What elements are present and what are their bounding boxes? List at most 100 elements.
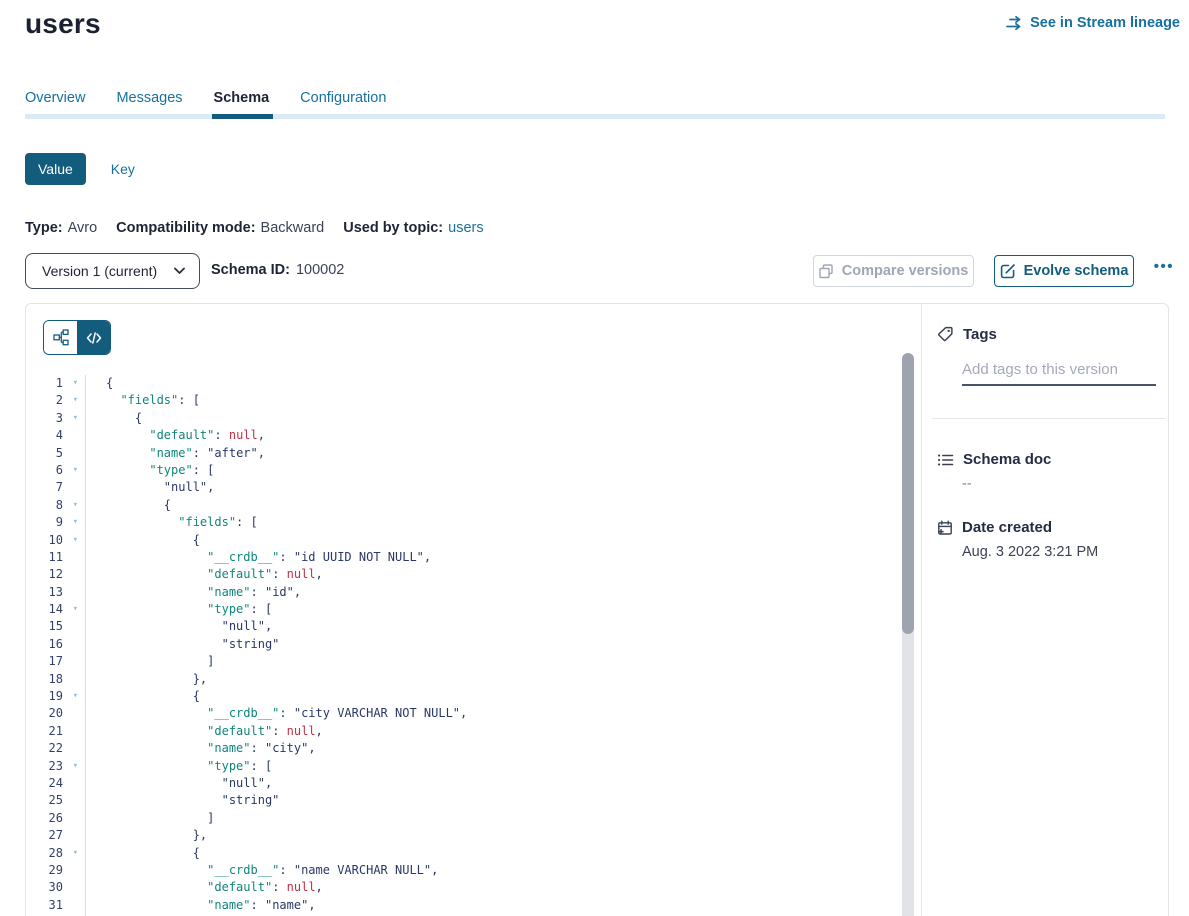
line-number: 8 (56, 497, 63, 514)
gutter-cell: 6▾ (26, 462, 86, 479)
code-line: 14 ▾ "type": [ (26, 601, 902, 618)
schema-doc-heading: Schema doc (937, 451, 1051, 468)
gutter-cell: 31 (26, 897, 86, 914)
editor-scrollbar-track[interactable] (902, 353, 914, 916)
code-line: 1▾{ (26, 375, 902, 392)
fold-arrow-icon[interactable]: ▾ (73, 688, 78, 705)
more-options-button[interactable]: ••• (1154, 258, 1174, 275)
line-number: 12 (49, 566, 63, 583)
line-number: 11 (49, 549, 63, 566)
code-line: 3▾ { (26, 410, 902, 427)
line-number: 18 (49, 671, 63, 688)
line-number: 14 (49, 601, 63, 618)
fold-arrow-icon[interactable]: ▾ (73, 375, 78, 392)
code-line: 10▾ { (26, 532, 902, 549)
fold-arrow-icon[interactable]: ▾ (73, 845, 78, 862)
editor-scrollbar-thumb[interactable] (902, 353, 914, 634)
date-created-heading: Date created (937, 519, 1052, 536)
fold-arrow-icon[interactable]: ▾ (73, 514, 78, 531)
code-view-button[interactable] (77, 321, 110, 354)
tab-schema[interactable]: Schema (214, 90, 270, 106)
code-line: 27 }, (26, 827, 902, 844)
topic-link[interactable]: users (448, 220, 483, 236)
line-number: 13 (49, 584, 63, 601)
fold-arrow-icon[interactable]: ▾ (73, 462, 78, 479)
code-line: 17 ] (26, 653, 902, 670)
gutter-cell: 18 (26, 671, 86, 688)
tree-view-button[interactable] (44, 321, 77, 354)
sidebar-divider (932, 418, 1165, 419)
add-tags-input[interactable] (962, 359, 1156, 386)
code-line-text: { (86, 688, 200, 705)
tab-messages[interactable]: Messages (116, 90, 182, 106)
line-number: 2 (56, 392, 63, 409)
code-line: 4 "default": null, (26, 427, 902, 444)
schema-id: Schema ID: 100002 (211, 262, 344, 278)
meta-type: Type: Avro (25, 220, 97, 236)
gutter-cell: 28 ▾ (26, 845, 86, 862)
gutter-cell: 16 (26, 636, 86, 653)
code-line-text: "name": "id", (86, 584, 301, 601)
key-tab-link[interactable]: Key (111, 161, 135, 177)
code-line: 26 ] (26, 810, 902, 827)
code-line: 5 "name": "after", (26, 445, 902, 462)
version-select[interactable]: Version 1 (current) (25, 253, 200, 289)
fold-arrow-icon[interactable]: ▾ (73, 601, 78, 618)
line-number: 30 (49, 879, 63, 896)
code-line-text: "string" (86, 792, 279, 809)
line-number: 17 (49, 653, 63, 670)
line-number: 23 (49, 758, 63, 775)
code-line: 8 ▾ { (26, 497, 902, 514)
line-number: 20 (49, 705, 63, 722)
code-line-text: "type": [ (86, 601, 272, 618)
code-line-text: { (86, 410, 142, 427)
line-number: 9 (56, 514, 63, 531)
value-tab-button[interactable]: Value (25, 153, 86, 185)
code-line: 29 "__crdb__": "name VARCHAR NULL", (26, 862, 902, 879)
code-line: 31 "name": "name", (26, 897, 902, 914)
line-number: 5 (56, 445, 63, 462)
stream-lineage-link[interactable]: See in Stream lineage (1006, 15, 1180, 31)
compare-versions-button[interactable]: Compare versions (813, 255, 974, 287)
view-toggle (43, 320, 111, 355)
code-line: 20 "__crdb__": "city VARCHAR NOT NULL", (26, 705, 902, 722)
fold-arrow-icon[interactable]: ▾ (73, 392, 78, 409)
line-number: 7 (56, 479, 63, 496)
fold-arrow-icon[interactable]: ▾ (73, 532, 78, 549)
gutter-cell: 14 ▾ (26, 601, 86, 618)
code-line-text: "default": null, (86, 427, 265, 444)
tree-diagram-icon (53, 329, 69, 346)
gutter-cell: 27 (26, 827, 86, 844)
calendar-plus-icon (937, 520, 953, 536)
code-line: 24 "null", (26, 775, 902, 792)
gutter-cell: 10 ▾ (26, 532, 86, 549)
gutter-cell: 15 (26, 618, 86, 635)
code-line-text: "name": "name", (86, 897, 316, 914)
editor-lines: 1▾{2▾ "fields": [3▾ {4 "default": null,5… (26, 367, 902, 916)
code-line-text: "default": null, (86, 566, 323, 583)
line-number: 19 (49, 688, 63, 705)
gutter-cell: 17 (26, 653, 86, 670)
code-line-text: "string" (86, 636, 279, 653)
tab-overview[interactable]: Overview (25, 90, 85, 106)
fold-arrow-icon[interactable]: ▾ (73, 497, 78, 514)
line-number: 21 (49, 723, 63, 740)
version-details-sidebar: Tags Schema doc -- (921, 304, 1168, 916)
tab-bar: Overview Messages Schema Configuration (25, 90, 1165, 119)
schema-doc-value: -- (962, 476, 972, 492)
gutter-cell: 24 (26, 775, 86, 792)
code-line-text: "type": [ (86, 758, 272, 775)
code-line: 25 "string" (26, 792, 902, 809)
line-number: 10 (49, 532, 63, 549)
gutter-cell: 4 (26, 427, 86, 444)
evolve-schema-button[interactable]: Evolve schema (994, 255, 1134, 287)
code-line: 30 "default": null, (26, 879, 902, 896)
schema-code-editor[interactable]: 1▾{2▾ "fields": [3▾ {4 "default": null,5… (26, 367, 902, 916)
code-line-text: { (86, 497, 171, 514)
tab-configuration[interactable]: Configuration (300, 90, 386, 106)
fold-arrow-icon[interactable]: ▾ (73, 758, 78, 775)
fold-arrow-icon[interactable]: ▾ (73, 410, 78, 427)
gutter-cell: 11 (26, 549, 86, 566)
line-number: 28 (49, 845, 63, 862)
gutter-cell: 1▾ (26, 375, 86, 392)
